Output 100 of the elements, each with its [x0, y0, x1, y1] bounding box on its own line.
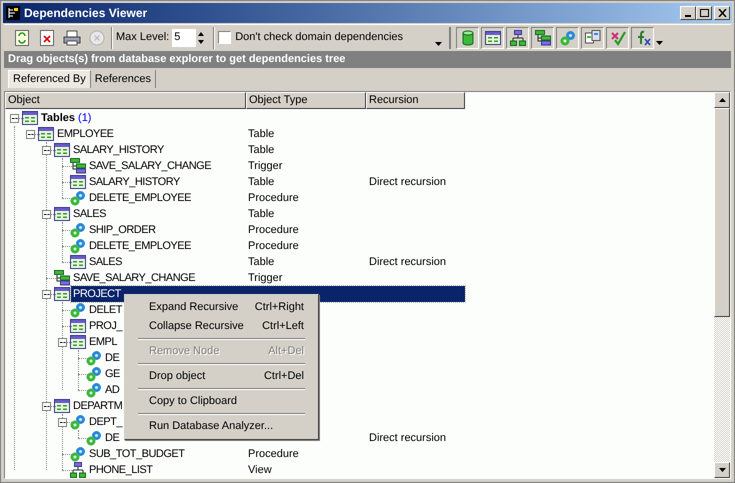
function-button[interactable]: [631, 26, 654, 48]
object-type: Table: [248, 174, 274, 190]
table-icon: [54, 143, 70, 157]
collapse-icon[interactable]: [10, 114, 18, 122]
scroll-up-button[interactable]: [714, 92, 730, 108]
object-name: AD: [105, 382, 120, 398]
count-text: (1): [77, 110, 92, 126]
object-type: Table: [248, 126, 274, 142]
collapse-icon[interactable]: [58, 338, 66, 346]
scroll-down-button[interactable]: [714, 462, 730, 478]
object-name: PHONE_LIST: [89, 462, 152, 478]
tree-row[interactable]: SALES Table Direct recursion: [87, 254, 465, 270]
info-banner: Drag objects(s) from database explorer to get dependencies tree: [4, 51, 731, 68]
tree-row[interactable]: SAVE_SALARY_CHANGE Trigger: [87, 158, 465, 174]
collapse-icon[interactable]: [58, 418, 66, 426]
object-type: Table: [248, 142, 274, 158]
object-name: EMPLOYEE: [57, 126, 114, 142]
max-level-label: Max Level:: [116, 30, 170, 46]
collapse-icon[interactable]: [42, 290, 50, 298]
minimize-button[interactable]: [680, 6, 696, 20]
trigger-button[interactable]: [531, 26, 554, 48]
print-icon: [62, 30, 80, 46]
table-icon: [70, 319, 86, 333]
gears-icon: [70, 302, 86, 318]
tree-row[interactable]: PHONE_LIST View: [87, 462, 465, 478]
gears-icon: [70, 190, 86, 206]
app-icon: [6, 6, 20, 20]
recursion-text: Direct recursion: [369, 174, 446, 190]
menu-item[interactable]: Collapse Recursive Ctrl+Left: [125, 317, 318, 336]
validate-button[interactable]: [606, 26, 630, 48]
tree-row[interactable]: SALES Table: [71, 206, 465, 222]
maximize-icon: [700, 9, 708, 17]
swap-icon: [584, 30, 601, 46]
tree-row[interactable]: EMPLOYEE Table: [55, 126, 465, 142]
trigger-icon: [534, 30, 551, 46]
object-type: Trigger: [248, 158, 282, 174]
collapse-icon[interactable]: [42, 146, 50, 154]
object-name: SALES: [89, 254, 122, 270]
scrollbar[interactable]: [714, 92, 730, 478]
database-button[interactable]: [456, 26, 480, 48]
object-name: SAVE_SALARY_CHANGE: [89, 158, 212, 174]
table-view-button[interactable]: [481, 26, 504, 48]
menu-item[interactable]: Drop object Ctrl+Del: [125, 367, 318, 386]
tree-row[interactable]: SALARY_HISTORY Table: [71, 142, 465, 158]
object-name: SALARY_HISTORY: [73, 142, 164, 158]
collapse-icon[interactable]: [26, 130, 34, 138]
tree-row[interactable]: SAVE_SALARY_CHANGE Trigger: [71, 270, 465, 286]
gears-icon: [86, 430, 102, 446]
object-type: View: [248, 462, 272, 478]
tree-row[interactable]: SALARY_HISTORY Table Direct recursion: [87, 174, 465, 190]
refresh-icon: [14, 30, 28, 46]
object-name: DE: [105, 430, 120, 446]
object-type: Procedure: [248, 238, 299, 254]
maximize-button[interactable]: [696, 6, 712, 20]
hierarchy-icon: [70, 462, 86, 478]
table-icon: [54, 399, 70, 413]
tree-row[interactable]: SUB_TOT_BUDGET Procedure: [87, 446, 465, 462]
tree-row[interactable]: DELETE_EMPLOYEE Procedure: [87, 238, 465, 254]
object-type: Procedure: [248, 446, 299, 462]
object-type: Table: [248, 254, 274, 270]
object-type: Procedure: [248, 190, 299, 206]
gears-icon: [86, 350, 102, 366]
window-title: Dependencies Viewer: [24, 5, 148, 22]
object-name: DELETE_EMPLOYEE: [89, 190, 191, 206]
domain-checkbox[interactable]: Don't check domain dependencies: [218, 29, 432, 46]
object-name: SHIP_ORDER: [89, 222, 156, 238]
tree-button[interactable]: [506, 26, 530, 48]
swap-button[interactable]: [581, 26, 604, 48]
check-icon: [610, 30, 626, 46]
column-header[interactable]: Object: [5, 92, 246, 109]
gears-icon: [86, 366, 102, 382]
gears-icon: [70, 414, 86, 430]
table-icon: [22, 111, 38, 125]
table-icon: [70, 255, 86, 269]
object-type: Trigger: [248, 270, 282, 286]
trigger-icon: [54, 270, 70, 286]
object-name: SAVE_SALARY_CHANGE: [73, 270, 196, 286]
gears-icon: [86, 382, 102, 398]
menu-item[interactable]: Copy to Clipboard: [125, 392, 318, 411]
object-name: PROJECT: [73, 286, 121, 302]
recursion-text: Direct recursion: [369, 254, 446, 270]
object-name: Tables: [40, 110, 76, 126]
column-header[interactable]: Recursion: [366, 92, 465, 109]
gears-icon: [70, 222, 86, 238]
procedures-button[interactable]: [556, 26, 580, 48]
menu-item[interactable]: Expand Recursive Ctrl+Right: [125, 298, 318, 317]
tree-row[interactable]: SHIP_ORDER Procedure: [87, 222, 465, 238]
object-name: SALES: [73, 206, 106, 222]
close-button[interactable]: [714, 6, 730, 20]
menu-item[interactable]: Run Database Analyzer...: [125, 417, 318, 436]
tree-row[interactable]: DELETE_EMPLOYEE Procedure: [87, 190, 465, 206]
collapse-icon[interactable]: [42, 402, 50, 410]
table-icon: [54, 287, 70, 301]
table-icon: [54, 207, 70, 221]
gears-icon: [70, 446, 86, 462]
column-header[interactable]: Object Type: [246, 92, 366, 109]
hierarchy-icon: [510, 30, 526, 46]
trigger-icon: [70, 158, 86, 174]
tab[interactable]: Referenced By: [8, 70, 91, 88]
collapse-icon[interactable]: [42, 210, 50, 218]
